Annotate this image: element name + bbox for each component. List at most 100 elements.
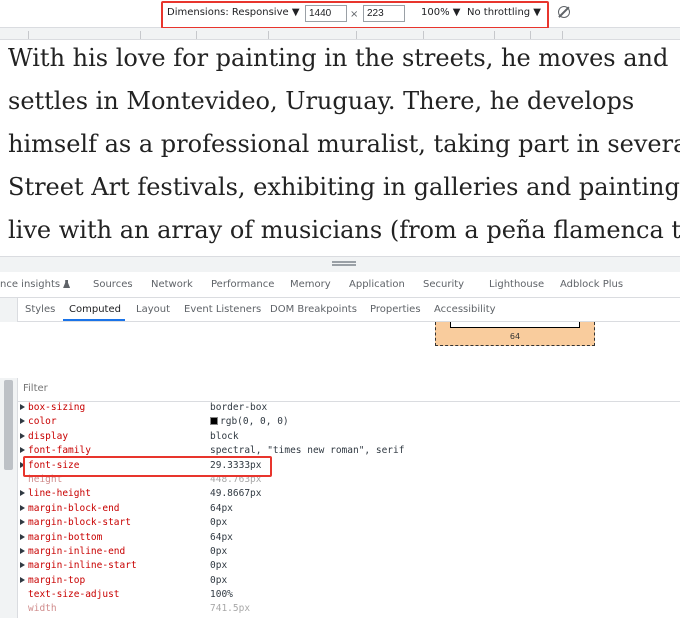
property-value: rgb(0, 0, 0) — [210, 416, 289, 427]
tab-computed[interactable]: Computed — [69, 304, 121, 315]
expand-triangle-icon[interactable] — [20, 533, 25, 540]
property-value-text: border-box — [210, 402, 268, 413]
computed-property-row[interactable]: margin-bottom 64px — [18, 532, 680, 546]
property-value-text: 0px — [210, 545, 228, 557]
property-name: margin-block-start — [28, 517, 131, 529]
ruler — [0, 28, 680, 40]
property-value-text: 49.8667px — [210, 488, 262, 500]
property-value-text: 64px — [210, 502, 233, 514]
tab-performance-insights[interactable]: nce insights — [0, 279, 71, 290]
expand-triangle-icon[interactable] — [20, 404, 25, 410]
box-model-border — [450, 322, 580, 328]
computed-property-row[interactable]: margin-inline-end 0px — [18, 546, 680, 560]
device-toolbar: Dimensions: Responsive ▼ × 100% ▼ No thr… — [0, 0, 680, 29]
property-value: 0px — [210, 546, 227, 557]
property-value-text: block — [210, 430, 239, 442]
property-value: block — [210, 431, 239, 442]
tab-lighthouse[interactable]: Lighthouse — [489, 279, 544, 290]
sidebar-gutter — [0, 298, 18, 322]
property-value-text: 0px — [210, 574, 228, 586]
property-value: 64px — [210, 503, 233, 514]
tab-accessibility[interactable]: Accessibility — [434, 304, 496, 315]
tab-performance[interactable]: Performance — [211, 279, 274, 290]
expand-triangle-icon[interactable] — [20, 562, 25, 569]
property-value: spectral, "times new roman", serif — [210, 445, 404, 456]
tab-event-listeners[interactable]: Event Listeners — [184, 304, 261, 315]
expand-triangle-icon[interactable] — [20, 576, 25, 583]
box-model-margin[interactable]: 64 — [435, 322, 595, 346]
computed-property-row[interactable]: width 741.5px — [18, 603, 680, 617]
filter-input[interactable] — [23, 383, 223, 394]
paragraph-line: live with an array of musicians (from a … — [8, 216, 680, 244]
expand-triangle-icon[interactable] — [20, 447, 25, 454]
property-value-text: spectral, "times new roman", serif — [210, 445, 405, 457]
devtools-panel-tabs: nce insights Sources Network Performance… — [0, 272, 680, 298]
computed-property-row[interactable]: color rgb(0, 0, 0) — [18, 416, 680, 430]
computed-property-row[interactable]: margin-block-end 64px — [18, 503, 680, 517]
property-value-text: 0px — [210, 517, 228, 529]
tab-security[interactable]: Security — [423, 279, 464, 290]
tab-application[interactable]: Application — [349, 279, 405, 290]
computed-property-row[interactable]: box-sizing border-box — [18, 402, 680, 416]
font-size-highlight-box — [23, 456, 272, 477]
property-name: margin-bottom — [28, 531, 103, 543]
property-name: line-height — [28, 488, 91, 500]
property-value-text: 64px — [210, 531, 233, 543]
box-model-diagram: 64 — [18, 322, 680, 378]
tab-memory[interactable]: Memory — [290, 279, 331, 290]
property-value: 64px — [210, 532, 233, 543]
computed-property-row[interactable]: line-height 49.8667px — [18, 488, 680, 502]
property-name: text-size-adjust — [28, 589, 120, 601]
expand-triangle-icon[interactable] — [20, 504, 25, 511]
paragraph-line: With his love for painting in the street… — [8, 44, 669, 72]
biography-paragraph: With his love for painting in the street… — [8, 40, 680, 252]
margin-bottom-value[interactable]: 64 — [436, 332, 594, 341]
computed-property-row[interactable]: margin-top 0px — [18, 575, 680, 589]
tab-sources[interactable]: Sources — [93, 279, 133, 290]
property-value-text: 741.5px — [210, 603, 251, 615]
tab-styles[interactable]: Styles — [25, 304, 55, 315]
filter-bar — [18, 378, 680, 402]
property-value: 49.8667px — [210, 488, 261, 499]
computed-property-row[interactable]: display block — [18, 431, 680, 445]
computed-properties-list: box-sizing border-box color rgb(0, 0, 0) dis… — [18, 402, 680, 618]
computed-property-row[interactable]: text-size-adjust 100% — [18, 589, 680, 603]
tab-network[interactable]: Network — [151, 279, 193, 290]
computed-property-row[interactable]: margin-block-start 0px — [18, 517, 680, 531]
property-name: color — [28, 416, 57, 428]
property-name: margin-block-end — [28, 502, 120, 514]
tab-layout[interactable]: Layout — [136, 304, 170, 315]
toolbar-highlight-box — [161, 1, 549, 29]
scrollbar-thumb[interactable] — [4, 380, 13, 470]
property-name: margin-top — [28, 574, 86, 586]
property-name: display — [28, 430, 69, 442]
page-viewport: With his love for painting in the street… — [0, 40, 680, 256]
expand-triangle-icon[interactable] — [20, 490, 25, 497]
property-name: margin-inline-end — [28, 545, 126, 557]
property-value-text: 100% — [210, 589, 233, 601]
elements-sidebar-tabs: Styles Computed Layout Event Listeners D… — [0, 298, 680, 322]
property-value-text: rgb(0, 0, 0) — [220, 416, 289, 428]
paragraph-line: himself as a professional muralist, taki… — [8, 130, 680, 158]
vertical-scrollbar[interactable] — [0, 378, 18, 618]
computed-property-row[interactable]: margin-inline-start 0px — [18, 560, 680, 574]
expand-triangle-icon[interactable] — [20, 547, 25, 554]
tab-dom-breakpoints[interactable]: DOM Breakpoints — [270, 304, 357, 315]
paragraph-line: settles in Montevideo, Uruguay. There, h… — [8, 87, 635, 115]
rotate-icon[interactable] — [558, 6, 570, 18]
expand-triangle-icon[interactable] — [20, 432, 25, 439]
property-name: box-sizing — [28, 402, 86, 413]
color-swatch[interactable] — [210, 417, 218, 426]
property-value: 741.5px — [210, 603, 250, 614]
tab-adblock-plus[interactable]: Adblock Plus — [560, 279, 623, 290]
property-name: width — [28, 603, 57, 615]
expand-triangle-icon[interactable] — [20, 519, 25, 526]
active-tab-indicator — [63, 319, 125, 321]
devtools-resize-handle[interactable] — [0, 256, 680, 272]
tab-properties[interactable]: Properties — [370, 304, 421, 315]
property-name: margin-inline-start — [28, 560, 137, 572]
flask-icon — [63, 280, 71, 288]
property-value: border-box — [210, 402, 267, 413]
property-value: 0px — [210, 560, 227, 571]
expand-triangle-icon[interactable] — [20, 418, 25, 425]
